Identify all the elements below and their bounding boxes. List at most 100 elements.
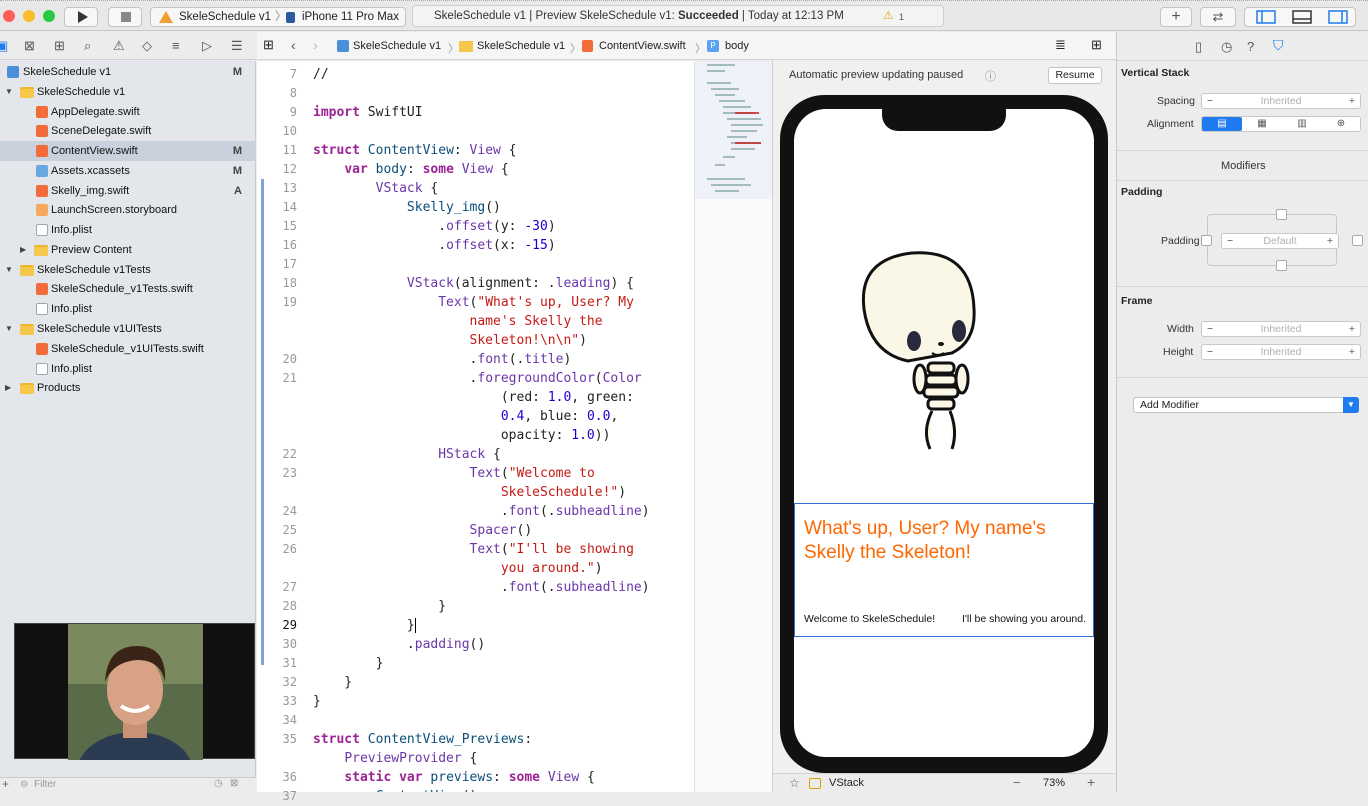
decrement-icon[interactable]: −	[1207, 322, 1213, 336]
library-button[interactable]: +	[1160, 7, 1192, 27]
align-options-icon[interactable]: ⊕	[1322, 117, 1360, 131]
filter-input[interactable]: Filter	[34, 779, 56, 790]
report-navigator-icon[interactable]: ☰	[231, 38, 243, 54]
height-field[interactable]: − Inherited +	[1201, 344, 1361, 360]
zoom-level[interactable]: 73%	[1043, 777, 1065, 789]
padding-field[interactable]: − Default +	[1221, 233, 1339, 249]
decrement-icon[interactable]: −	[1227, 234, 1233, 248]
list-item[interactable]: ▼ SkeleSchedule v1UITests	[0, 319, 256, 339]
padding-trailing-checkbox[interactable]	[1352, 235, 1363, 246]
zoom-out-icon[interactable]: −	[1013, 775, 1021, 790]
list-item[interactable]: ▶ Products	[0, 378, 256, 398]
increment-icon[interactable]: +	[1349, 94, 1355, 108]
list-item[interactable]: ▼ SkeleSchedule v1Tests	[0, 260, 256, 280]
code-review-button[interactable]: ⇄	[1200, 7, 1236, 27]
align-center-icon[interactable]: ▦	[1242, 117, 1282, 131]
list-item[interactable]: Info.plist	[0, 299, 256, 319]
attributes-inspector-icon[interactable]: ⛉	[1273, 37, 1284, 54]
source-control-icon[interactable]: ⊠	[24, 38, 35, 54]
minimize-window-button[interactable]	[23, 10, 35, 22]
line-number: 13	[282, 181, 297, 195]
height-value: Inherited	[1260, 346, 1302, 358]
increment-icon[interactable]: +	[1349, 322, 1355, 336]
source-editor[interactable]: // import SwiftUI struct ContentView: Vi…	[305, 61, 694, 792]
run-button[interactable]	[64, 7, 98, 27]
split-editor-icon[interactable]: ⊞	[1091, 37, 1102, 53]
list-item[interactable]: SceneDelegate.swift	[0, 121, 256, 141]
info-icon[interactable]: ⓘ	[985, 68, 996, 84]
stop-button[interactable]	[108, 7, 142, 27]
disclosure-open-icon[interactable]: ▼	[5, 260, 13, 280]
list-item[interactable]: SkeleSchedule_v1UITests.swift	[0, 339, 256, 359]
list-item[interactable]: Info.plist	[0, 220, 256, 240]
device-screen[interactable]: What's up, User? My name's Skelly the Sk…	[794, 109, 1094, 757]
list-item[interactable]: Info.plist	[0, 359, 256, 379]
scheme-selector[interactable]: SkeleSchedule v1 〉 iPhone 11 Pro Max	[150, 7, 406, 27]
spacing-field[interactable]: − Inherited +	[1201, 93, 1361, 109]
related-items-icon[interactable]: ⊞	[263, 37, 274, 53]
inspector-toggle-icon[interactable]	[1328, 10, 1348, 24]
forward-icon[interactable]: ›	[313, 37, 318, 53]
test-navigator-icon[interactable]: ◇	[142, 38, 152, 54]
breadcrumb-project[interactable]: SkeleSchedule v1	[353, 40, 441, 52]
list-item-label: Assets.xcassets	[51, 165, 130, 177]
list-item[interactable]: SkeleSchedule_v1Tests.swift	[0, 279, 256, 299]
disclosure-closed-icon[interactable]: ▶	[5, 378, 11, 398]
add-modifier-label: Add Modifier	[1140, 399, 1199, 411]
list-item[interactable]: SkeleSchedule v1 M	[0, 62, 256, 82]
increment-icon[interactable]: +	[1349, 345, 1355, 359]
add-modifier-dropdown[interactable]: Add Modifier ▼	[1133, 397, 1359, 413]
zoom-window-button[interactable]	[43, 10, 55, 22]
minimap[interactable]	[694, 61, 772, 792]
align-leading-icon[interactable]: ▤	[1202, 117, 1242, 131]
breadcrumb-group[interactable]: SkeleSchedule v1	[477, 40, 565, 52]
source-control-filter-icon[interactable]: ⊠	[230, 778, 238, 789]
increment-icon[interactable]: +	[1327, 234, 1333, 248]
add-icon[interactable]: +	[2, 777, 9, 791]
width-field[interactable]: − Inherited +	[1201, 321, 1361, 337]
close-window-button[interactable]	[3, 10, 15, 22]
padding-top-checkbox[interactable]	[1276, 209, 1287, 220]
preview-bottom-bar: ☆ VStack − 73% +	[773, 773, 1117, 792]
recent-files-icon[interactable]: ◷	[214, 778, 223, 789]
editor-options-icon[interactable]: ≣	[1055, 37, 1066, 53]
line-number: 27	[282, 580, 297, 594]
zoom-in-icon[interactable]: +	[1087, 774, 1095, 790]
padding-leading-checkbox[interactable]	[1201, 235, 1212, 246]
list-item[interactable]: Assets.xcassets M	[0, 161, 256, 181]
decrement-icon[interactable]: −	[1207, 345, 1213, 359]
code-line: HStack {	[438, 447, 501, 462]
align-trailing-icon[interactable]: ▥	[1282, 117, 1322, 131]
list-item[interactable]: Skelly_img.swift A	[0, 181, 256, 201]
disclosure-open-icon[interactable]: ▼	[5, 319, 13, 339]
debug-toggle-icon[interactable]	[1292, 10, 1312, 24]
breadcrumb-file[interactable]: ContentView.swift	[599, 40, 686, 52]
find-icon[interactable]: ⌕	[84, 38, 91, 54]
resume-button[interactable]: Resume	[1048, 67, 1102, 84]
swift-file-icon	[36, 343, 48, 355]
disclosure-closed-icon[interactable]: ▶	[20, 240, 26, 260]
history-inspector-icon[interactable]: ◷	[1221, 39, 1232, 55]
symbol-navigator-icon[interactable]: ⊞	[54, 38, 65, 54]
padding-bottom-checkbox[interactable]	[1276, 260, 1287, 271]
list-item[interactable]: LaunchScreen.storyboard	[0, 200, 256, 220]
file-inspector-icon[interactable]: ▯	[1195, 39, 1202, 55]
list-item[interactable]: ▶ Preview Content	[0, 240, 256, 260]
pin-icon[interactable]: ☆	[789, 776, 800, 790]
back-icon[interactable]: ‹	[291, 37, 296, 53]
line-number: 14	[282, 200, 297, 214]
decrement-icon[interactable]: −	[1207, 94, 1213, 108]
list-item[interactable]: AppDelegate.swift	[0, 102, 256, 122]
warning-icon[interactable]: ⚠	[883, 6, 893, 26]
code-line: var body: some View {	[344, 162, 509, 177]
disclosure-open-icon[interactable]: ▼	[5, 82, 13, 102]
debug-navigator-icon[interactable]: ≡	[172, 38, 180, 53]
navigator-toggle-icon[interactable]	[1256, 10, 1276, 24]
breadcrumb-symbol[interactable]: body	[725, 40, 749, 52]
project-navigator-icon[interactable]: ▣	[0, 38, 8, 54]
issue-navigator-icon[interactable]: ⚠	[113, 38, 125, 54]
breakpoint-navigator-icon[interactable]: ▷	[202, 38, 212, 54]
list-item[interactable]: ContentView.swift M	[0, 141, 256, 161]
help-inspector-icon[interactable]: ?	[1247, 39, 1254, 54]
list-item[interactable]: ▼ SkeleSchedule v1	[0, 82, 256, 102]
